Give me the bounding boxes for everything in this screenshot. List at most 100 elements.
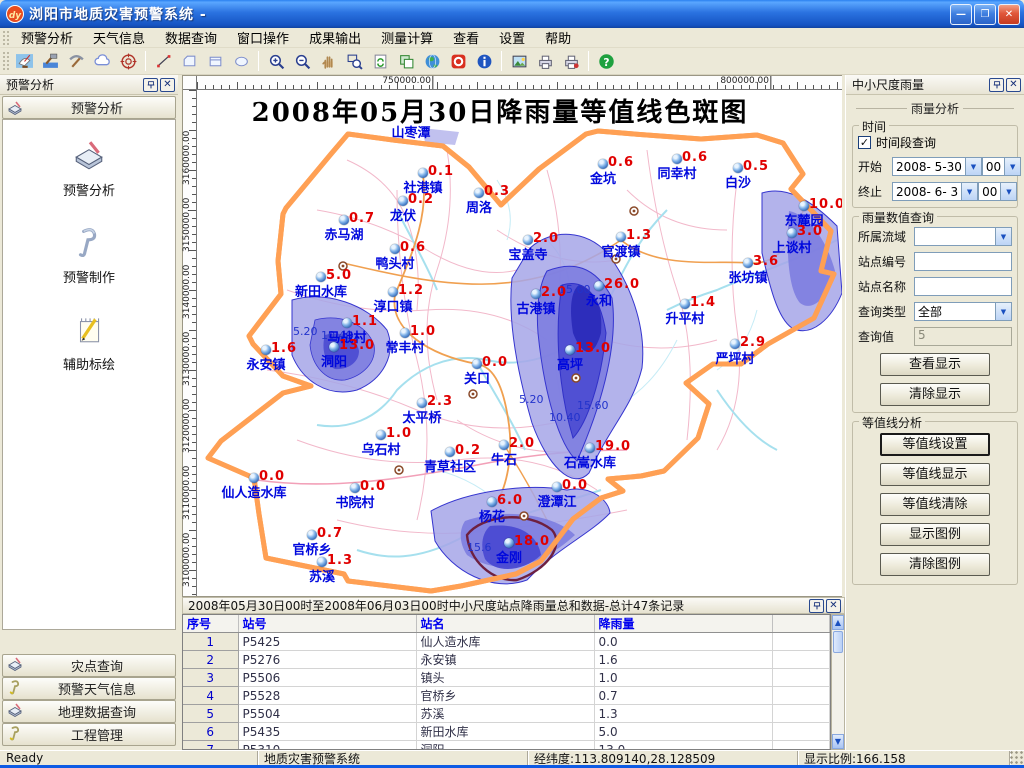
station-name-label: 金刚 [496,547,522,566]
sidebar-item-预警制作[interactable]: 预警制作 [3,225,175,286]
button-等值线设置[interactable]: 等值线设置 [880,433,990,456]
info-icon[interactable] [472,50,496,73]
resize-grip[interactable] [1010,751,1024,765]
left-panel-group-header[interactable]: 预警分析 [2,96,176,119]
table-row[interactable]: 2P5276永安镇1.6 [183,651,830,669]
help-icon[interactable] [594,50,618,73]
sidebar-item-辅助标绘[interactable]: 辅助标绘 [3,312,175,373]
menu-item-查看[interactable]: 查看 [443,26,489,49]
bottom-panel-pin-button[interactable] [809,599,824,613]
minimize-button[interactable]: — [950,4,972,25]
rectangle-tool-icon[interactable] [203,50,227,73]
left-panel-pin-button[interactable] [143,78,158,92]
column-header-降雨量[interactable]: 降雨量 [594,615,772,633]
table-scrollbar[interactable]: ▲ ▼ [831,614,845,750]
table-row[interactable]: 3P5506镇头1.0 [183,669,830,687]
menu-item-测量计算[interactable]: 测量计算 [371,26,443,49]
title-bar[interactable]: dy 浏阳市地质灾害预警系统 - —❐✕ [0,0,1024,28]
table-row[interactable]: 5P5504苏溪1.3 [183,705,830,723]
sidebar-group-预警天气信息[interactable]: 预警天气信息 [2,677,176,700]
menu-item-预警分析[interactable]: 预警分析 [11,26,83,49]
copy-layer-icon[interactable] [394,50,418,73]
button-显示图例[interactable]: 显示图例 [880,523,990,546]
zoom-window-icon[interactable] [342,50,366,73]
chevron-down-icon[interactable]: ▼ [995,228,1011,245]
column-header-站号[interactable]: 站号 [238,615,416,633]
end-date-select[interactable]: 2008- 6- 3▼ [892,182,978,201]
button-清除图例[interactable]: 清除图例 [880,553,990,576]
right-panel-close-button[interactable]: ✕ [1006,78,1021,92]
menu-item-数据查询[interactable]: 数据查询 [155,26,227,49]
print-icon[interactable] [533,50,557,73]
toolbar-grip[interactable] [2,51,9,72]
chevron-down-icon[interactable]: ▼ [1004,158,1020,175]
chevron-down-icon[interactable]: ▼ [965,158,981,175]
target-icon[interactable] [116,50,140,73]
cloud-icon[interactable] [90,50,114,73]
table-row[interactable]: 6P5435新田水库5.0 [183,723,830,741]
zoom-in-icon[interactable] [264,50,288,73]
stop-icon[interactable] [446,50,470,73]
table-row[interactable]: 1P5425仙人造水库0.0 [183,633,830,651]
站点名称-input[interactable] [914,277,1012,296]
chevron-down-icon[interactable]: ▼ [995,303,1011,320]
chevron-down-icon[interactable]: ▼ [1000,183,1016,200]
menubar-grip[interactable] [2,30,9,45]
ellipse-tool-icon[interactable] [229,50,253,73]
sidebar-group-地理数据查询[interactable]: 地理数据查询 [2,700,176,723]
time-range-checkbox[interactable]: ✓ [858,136,871,149]
map-canvas[interactable]: 5.2010.405.2010.4015.6015.6015.6 2008年05… [197,90,843,596]
right-panel-pin-button[interactable] [989,78,1004,92]
站点编号-input[interactable] [914,252,1012,271]
button-等值线显示[interactable]: 等值线显示 [880,463,990,486]
start-hour-select[interactable]: 00▼ [982,157,1021,176]
column-header-站名[interactable]: 站名 [416,615,594,633]
scroll-down-button[interactable]: ▼ [832,734,844,749]
cell-filler [772,687,830,705]
station-name-label: 龙伏 [390,205,416,224]
button-等值线清除[interactable]: 等值线清除 [880,493,990,516]
contour-value-label: 5.20 [519,393,544,406]
zoom-out-icon[interactable] [290,50,314,73]
button-清除显示[interactable]: 清除显示 [880,383,990,406]
polygon-tool-icon[interactable] [177,50,201,73]
pan-hand-icon[interactable] [316,50,340,73]
station-name-label: 永安镇 [246,354,285,373]
sidebar-group-工程管理[interactable]: 工程管理 [2,723,176,746]
pick-tool-icon[interactable] [64,50,88,73]
table-row[interactable]: 4P5528官桥乡0.7 [183,687,830,705]
sidebar-item-预警分析[interactable]: 预警分析 [3,138,175,199]
end-hour-select[interactable]: 00▼ [978,182,1017,201]
station-name-label: 同幸村 [657,163,696,182]
flood-hammer-icon[interactable] [38,50,62,73]
column-header-序号[interactable]: 序号 [183,615,238,633]
start-date-select[interactable]: 2008- 5-30▼ [892,157,982,176]
refresh-icon[interactable] [368,50,392,73]
field-label: 查询类型 [858,303,914,320]
image-export-icon[interactable] [507,50,531,73]
sidebar-group-灾点查询[interactable]: 灾点查询 [2,654,176,677]
close-button[interactable]: ✕ [998,4,1020,25]
right-panel: 中小尺度雨量 ✕ 雨量分析 时间 ✓ 时间段查询 开始 2008- 5-30▼ … [845,75,1024,750]
horizontal-ruler: 750000.00800000.00 [197,76,843,90]
left-panel-close-button[interactable]: ✕ [160,78,175,92]
所属流域-select[interactable]: ▼ [914,227,1012,246]
chevron-down-icon[interactable]: ▼ [961,183,977,200]
globe-icon[interactable] [420,50,444,73]
menu-item-窗口操作[interactable]: 窗口操作 [227,26,299,49]
cell: P5504 [238,705,416,723]
satellite-dish-icon[interactable] [12,50,36,73]
field-row-查询值: 查询值5 [858,327,1012,346]
button-查看显示[interactable]: 查看显示 [880,353,990,376]
bottom-panel-close-button[interactable]: ✕ [826,599,841,613]
menu-item-设置[interactable]: 设置 [489,26,535,49]
menu-item-成果输出[interactable]: 成果输出 [299,26,371,49]
restore-button[interactable]: ❐ [974,4,996,25]
scroll-thumb[interactable] [833,631,843,653]
menu-item-帮助[interactable]: 帮助 [535,26,581,49]
scroll-up-button[interactable]: ▲ [832,615,844,630]
print-setup-icon[interactable] [559,50,583,73]
line-tool-icon[interactable] [151,50,175,73]
查询类型-select[interactable]: 全部▼ [914,302,1012,321]
menu-item-天气信息[interactable]: 天气信息 [83,26,155,49]
